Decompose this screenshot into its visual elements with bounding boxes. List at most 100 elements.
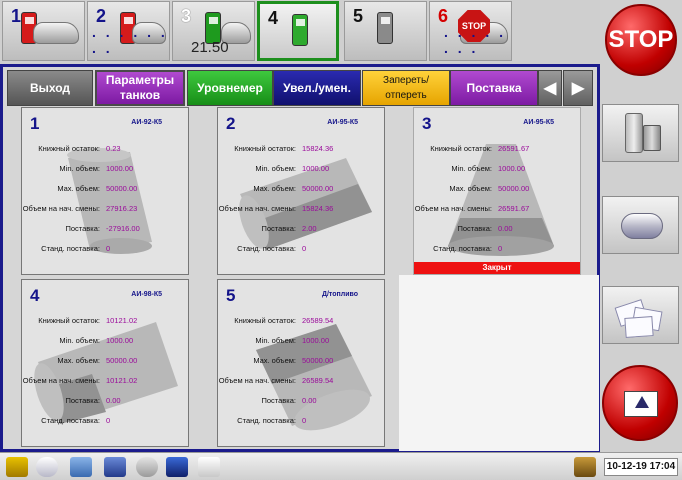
min-volume-value: 1000.00 — [106, 336, 134, 345]
tank-icon[interactable] — [36, 457, 58, 477]
supply-label: Поставка: — [261, 396, 296, 405]
tank-card[interactable]: 2 АИ-95-К5 Книжный остаток: 15824.36 Min.… — [217, 107, 385, 275]
min-volume-label: Min. объем: — [59, 164, 100, 173]
pump-amount: 21.50 — [191, 39, 229, 56]
pump-4-button[interactable]: 4 — [257, 1, 339, 61]
std-supply-label: Станд. поставка: — [237, 416, 296, 425]
fuel-nozzle-icon — [377, 12, 393, 44]
fuel-type: Д/топливо — [321, 291, 358, 298]
tab-tank-params[interactable]: Параметры танков — [95, 70, 185, 106]
std-supply-value: 0 — [302, 244, 307, 253]
tank-card[interactable]: 1 АИ-92-К5 Книжный остаток: 0.23 Min. объ… — [21, 107, 189, 275]
tab-label: танков — [119, 88, 161, 102]
book-balance-value: 26591.67 — [498, 144, 530, 153]
supply-label: Поставка: — [65, 224, 100, 233]
min-volume-value: 1000.00 — [498, 164, 526, 173]
empty-area — [399, 275, 599, 451]
printer-icon[interactable] — [198, 457, 220, 477]
tank-cylinder-icon — [67, 148, 152, 254]
book-balance-label: Книжный остаток: — [234, 144, 296, 153]
card-icon[interactable] — [70, 457, 92, 477]
car-icon — [33, 22, 79, 44]
tank-icon — [621, 213, 663, 239]
std-supply-value: 0 — [106, 244, 111, 253]
stop-button[interactable]: STOP — [605, 4, 677, 76]
tab-label: Параметры — [105, 73, 175, 87]
max-volume-value: 50000.00 — [302, 184, 334, 193]
clock: 10-12-19 17:04 — [604, 458, 678, 476]
supply-value: -27916.00 — [106, 224, 140, 233]
max-volume-label: Max. объем: — [449, 184, 492, 193]
tab-level-gauge[interactable]: Уровнемер — [187, 70, 273, 106]
max-volume-label: Max. объем: — [57, 356, 100, 365]
book-balance-value: 0.23 — [106, 144, 121, 153]
std-supply-label: Станд. поставка: — [41, 244, 100, 253]
dispenser-icon — [625, 113, 643, 153]
fuel-type: АИ-95-К5 — [523, 119, 554, 126]
max-volume-value: 50000.00 — [498, 184, 530, 193]
tank-grid: 1 АИ-92-К5 Книжный остаток: 0.23 Min. объ… — [21, 107, 599, 451]
card-reader-icon[interactable] — [104, 457, 126, 477]
fuel-type: АИ-95-К5 — [327, 119, 358, 126]
max-volume-label: Max. объем: — [57, 184, 100, 193]
max-volume-value: 50000.00 — [106, 356, 138, 365]
shift-start-label: Объем на нач. смены: — [414, 204, 492, 213]
supply-label: Поставка: — [261, 224, 296, 233]
max-volume-label: Max. объем: — [253, 356, 296, 365]
exit-button[interactable]: Выход — [7, 70, 93, 106]
closed-banner: Закрыт — [414, 262, 580, 274]
pump-3-button[interactable]: 3 21.50 — [172, 1, 255, 61]
scroll-right-button[interactable]: ▶ — [563, 70, 593, 106]
shift-start-value: 15824.36 — [302, 204, 334, 213]
supply-value: 0.00 — [302, 396, 317, 405]
pump-6-button[interactable]: 6 STOP . . . . . . . . — [429, 1, 512, 61]
supply-value: 2.00 — [302, 224, 317, 233]
std-supply-label: Станд. поставка: — [41, 416, 100, 425]
documents-button[interactable] — [602, 286, 679, 344]
tab-supply[interactable]: Поставка — [450, 70, 538, 106]
pump-1-button[interactable]: 1 — [2, 1, 85, 61]
fuel-nozzle-icon — [292, 14, 308, 46]
fuel-type: АИ-98-К5 — [131, 291, 162, 298]
canister-icon — [643, 125, 661, 151]
document-icon — [624, 316, 654, 338]
tank-number: 4 — [30, 286, 40, 305]
fuel-type: АИ-92-К5 — [131, 119, 162, 126]
fuel-icon[interactable] — [6, 457, 28, 477]
tab-inc-dec[interactable]: Увел./умен. — [273, 70, 361, 106]
speaker-icon[interactable] — [574, 457, 596, 477]
book-balance-value: 26589.54 — [302, 316, 334, 325]
company-logo-button[interactable] — [602, 365, 678, 441]
supply-value: 0.00 — [106, 396, 121, 405]
pump-5-button[interactable]: 5 — [344, 1, 427, 61]
terminal-icon[interactable] — [166, 457, 188, 477]
std-supply-value: 0 — [498, 244, 503, 253]
min-volume-value: 1000.00 — [106, 164, 134, 173]
book-balance-label: Книжный остаток: — [234, 316, 296, 325]
shift-start-value: 26589.54 — [302, 376, 334, 385]
std-supply-label: Станд. поставка: — [433, 244, 492, 253]
tank-card[interactable]: 3 АИ-95-К5 Книжный остаток: 26591.67 Min.… — [413, 107, 581, 275]
scroll-left-button[interactable]: ◀ — [538, 70, 562, 106]
tank-number: 5 — [226, 286, 236, 305]
tank-button[interactable] — [602, 196, 679, 254]
supply-value: 0.00 — [498, 224, 513, 233]
shift-start-value: 27916.23 — [106, 204, 138, 213]
std-supply-label: Станд. поставка: — [237, 244, 296, 253]
supply-label: Поставка: — [457, 224, 492, 233]
shift-start-label: Объем на нач. смены: — [22, 376, 100, 385]
tab-lock-unlock[interactable]: Запереть/отпереть — [362, 70, 450, 106]
pump-number: 1 — [11, 6, 22, 26]
tank-cylinder-icon — [34, 322, 178, 424]
max-volume-label: Max. объем: — [253, 184, 296, 193]
tank-card[interactable]: 4 АИ-98-К5 Книжный остаток: 10121.02 Min.… — [21, 279, 189, 447]
pump-2-button[interactable]: 2 . . . . . . . . — [87, 1, 170, 61]
shift-start-label: Объем на нач. смены: — [218, 204, 296, 213]
dispenser-button[interactable] — [602, 104, 679, 162]
pump-number: 4 — [268, 8, 279, 28]
tank-card[interactable]: 5 Д/топливо Книжный остаток: 26589.54 Min… — [217, 279, 385, 447]
pump-number: 3 — [181, 6, 192, 26]
min-volume-label: Min. объем: — [255, 164, 296, 173]
pump-status-dots: . . . . . . . . — [444, 24, 507, 56]
scanner-icon[interactable] — [136, 457, 158, 477]
